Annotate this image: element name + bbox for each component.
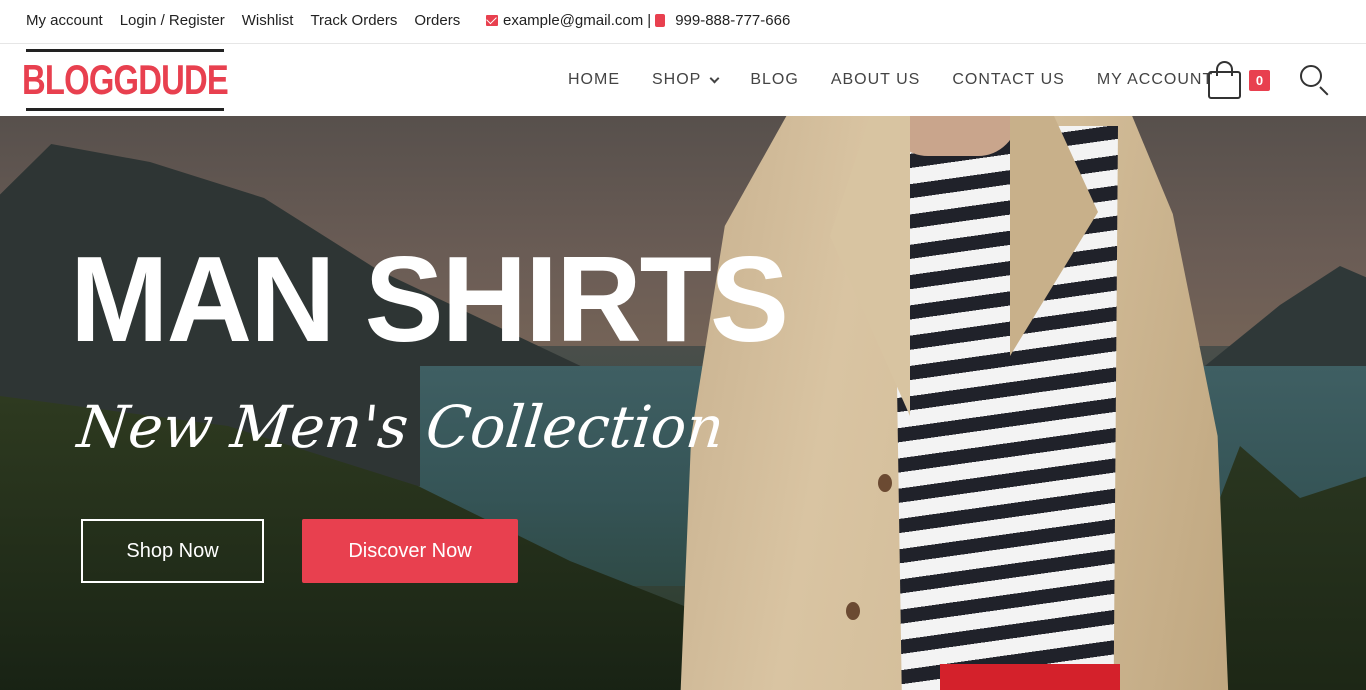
hero-subtitle: New Men's Collection bbox=[74, 393, 728, 461]
nav-contact-us-label: CONTACT US bbox=[952, 71, 1065, 88]
search-icon bbox=[1300, 65, 1322, 87]
top-links: My account Login / Register Wishlist Tra… bbox=[26, 12, 477, 29]
track-orders-link[interactable]: Track Orders bbox=[310, 12, 397, 29]
search-icon-handle bbox=[1319, 86, 1329, 96]
orders-link[interactable]: Orders bbox=[414, 12, 460, 29]
site-header: BLOGGDUDE HOME SHOP BLOG ABOUT US CONTAC… bbox=[0, 45, 1366, 116]
nav-home-label: HOME bbox=[568, 71, 620, 88]
hero-title: MAN SHIRTS bbox=[70, 231, 789, 367]
hero-banner: MAN SHIRTS New Men's Collection Shop Now… bbox=[0, 116, 1366, 690]
nav-shop[interactable]: SHOP bbox=[652, 71, 720, 89]
coat-button bbox=[846, 602, 860, 620]
model-belt bbox=[940, 664, 1120, 690]
nav-shop-label: SHOP bbox=[652, 71, 702, 88]
nav-about-us-label: ABOUT US bbox=[830, 71, 921, 88]
nav-contact-us[interactable]: CONTACT US bbox=[952, 71, 1065, 89]
nav-blog-label: BLOG bbox=[750, 71, 799, 88]
phone-icon bbox=[655, 14, 666, 27]
cart-count-badge: 0 bbox=[1249, 70, 1270, 91]
nav-my-account-label: MY ACCOUNT bbox=[1096, 71, 1214, 88]
shop-now-button[interactable]: Shop Now bbox=[81, 519, 264, 583]
cart-button[interactable]: 0 bbox=[1208, 61, 1274, 101]
phone-text[interactable]: 999-888-777-666 bbox=[675, 12, 790, 29]
coat-button bbox=[878, 474, 892, 492]
nav-home[interactable]: HOME bbox=[568, 71, 620, 89]
discover-now-button[interactable]: Discover Now bbox=[302, 519, 518, 583]
nav-my-account[interactable]: MY ACCOUNT bbox=[1097, 71, 1213, 89]
search-button[interactable] bbox=[1300, 65, 1332, 97]
logo-text: BLOGGDUDE bbox=[22, 56, 229, 103]
contact-info: example@gmail.com | 999-888-777-666 bbox=[486, 12, 790, 29]
login-register-link[interactable]: Login / Register bbox=[120, 12, 225, 29]
site-logo[interactable]: BLOGGDUDE bbox=[22, 49, 229, 111]
email-text[interactable]: example@gmail.com bbox=[503, 12, 643, 29]
nav-blog[interactable]: BLOG bbox=[750, 71, 798, 89]
my-account-link[interactable]: My account bbox=[26, 12, 103, 29]
shopping-bag-body bbox=[1208, 71, 1241, 99]
wishlist-link[interactable]: Wishlist bbox=[242, 12, 294, 29]
chevron-down-icon bbox=[709, 73, 720, 83]
main-nav: HOME SHOP BLOG ABOUT US CONTACT US MY AC… bbox=[568, 71, 1245, 89]
top-bar: My account Login / Register Wishlist Tra… bbox=[0, 0, 1366, 44]
contact-separator: | bbox=[647, 12, 652, 29]
nav-about-us[interactable]: ABOUT US bbox=[831, 71, 921, 89]
mail-icon bbox=[486, 15, 498, 26]
